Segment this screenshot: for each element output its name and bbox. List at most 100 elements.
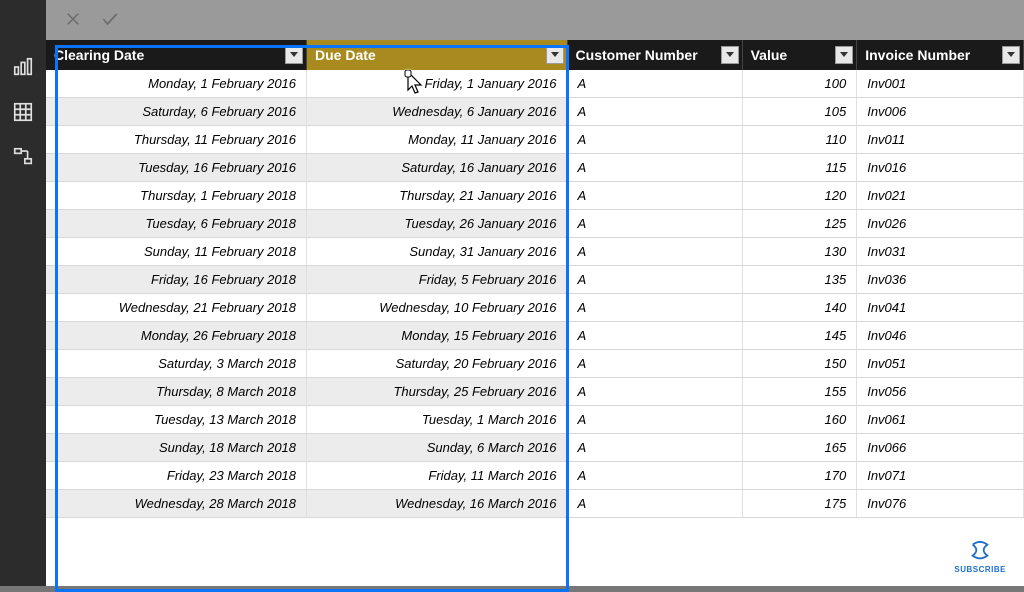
cell-invoice_number[interactable]: Inv001	[857, 70, 1024, 98]
cell-due_date[interactable]: Monday, 15 February 2016	[307, 322, 568, 350]
cell-value[interactable]: 145	[742, 322, 857, 350]
cell-clearing_date[interactable]: Friday, 23 March 2018	[46, 462, 307, 490]
cell-customer_number[interactable]: A	[567, 434, 742, 462]
cell-customer_number[interactable]: A	[567, 378, 742, 406]
cell-clearing_date[interactable]: Wednesday, 21 February 2018	[46, 294, 307, 322]
chevron-down-icon[interactable]	[835, 46, 853, 64]
cell-invoice_number[interactable]: Inv056	[857, 378, 1024, 406]
cell-value[interactable]: 155	[742, 378, 857, 406]
cell-value[interactable]: 125	[742, 210, 857, 238]
column-header-invoice_number[interactable]: Invoice Number	[857, 40, 1024, 70]
chevron-down-icon[interactable]	[546, 46, 564, 64]
cell-invoice_number[interactable]: Inv031	[857, 238, 1024, 266]
cell-invoice_number[interactable]: Inv011	[857, 126, 1024, 154]
cell-invoice_number[interactable]: Inv006	[857, 98, 1024, 126]
chevron-down-icon[interactable]	[721, 46, 739, 64]
cell-clearing_date[interactable]: Thursday, 8 March 2018	[46, 378, 307, 406]
cell-invoice_number[interactable]: Inv026	[857, 210, 1024, 238]
cell-customer_number[interactable]: A	[567, 182, 742, 210]
table-row[interactable]: Wednesday, 28 March 2018Wednesday, 16 Ma…	[46, 490, 1024, 518]
report-view-icon[interactable]	[12, 56, 34, 81]
cell-clearing_date[interactable]: Wednesday, 28 March 2018	[46, 490, 307, 518]
cell-customer_number[interactable]: A	[567, 238, 742, 266]
cell-invoice_number[interactable]: Inv076	[857, 490, 1024, 518]
cell-value[interactable]: 110	[742, 126, 857, 154]
cell-invoice_number[interactable]: Inv016	[857, 154, 1024, 182]
cell-invoice_number[interactable]: Inv066	[857, 434, 1024, 462]
cell-due_date[interactable]: Tuesday, 1 March 2016	[307, 406, 568, 434]
cell-customer_number[interactable]: A	[567, 490, 742, 518]
cell-invoice_number[interactable]: Inv071	[857, 462, 1024, 490]
chevron-down-icon[interactable]	[285, 46, 303, 64]
cell-due_date[interactable]: Sunday, 31 January 2016	[307, 238, 568, 266]
cell-due_date[interactable]: Friday, 1 January 2016	[307, 70, 568, 98]
cell-due_date[interactable]: Monday, 11 January 2016	[307, 126, 568, 154]
cell-clearing_date[interactable]: Monday, 1 February 2016	[46, 70, 307, 98]
model-view-icon[interactable]	[12, 146, 34, 171]
table-row[interactable]: Sunday, 11 February 2018Sunday, 31 Janua…	[46, 238, 1024, 266]
close-icon[interactable]	[64, 10, 82, 31]
cell-customer_number[interactable]: A	[567, 350, 742, 378]
cell-invoice_number[interactable]: Inv046	[857, 322, 1024, 350]
data-view-icon[interactable]	[12, 101, 34, 126]
cell-clearing_date[interactable]: Thursday, 1 February 2018	[46, 182, 307, 210]
cell-due_date[interactable]: Saturday, 20 February 2016	[307, 350, 568, 378]
cell-customer_number[interactable]: A	[567, 294, 742, 322]
cell-clearing_date[interactable]: Tuesday, 13 March 2018	[46, 406, 307, 434]
chevron-down-icon[interactable]	[1002, 46, 1020, 64]
cell-value[interactable]: 150	[742, 350, 857, 378]
cell-due_date[interactable]: Sunday, 6 March 2016	[307, 434, 568, 462]
cell-value[interactable]: 170	[742, 462, 857, 490]
cell-invoice_number[interactable]: Inv061	[857, 406, 1024, 434]
cell-customer_number[interactable]: A	[567, 70, 742, 98]
cell-invoice_number[interactable]: Inv041	[857, 294, 1024, 322]
cell-clearing_date[interactable]: Thursday, 11 February 2016	[46, 126, 307, 154]
cell-value[interactable]: 175	[742, 490, 857, 518]
table-row[interactable]: Thursday, 8 March 2018Thursday, 25 Febru…	[46, 378, 1024, 406]
cell-customer_number[interactable]: A	[567, 154, 742, 182]
cell-due_date[interactable]: Friday, 11 March 2016	[307, 462, 568, 490]
cell-value[interactable]: 105	[742, 98, 857, 126]
cell-value[interactable]: 120	[742, 182, 857, 210]
cell-clearing_date[interactable]: Tuesday, 6 February 2018	[46, 210, 307, 238]
table-row[interactable]: Monday, 26 February 2018Monday, 15 Febru…	[46, 322, 1024, 350]
column-header-clearing_date[interactable]: Clearing Date	[46, 40, 307, 70]
cell-due_date[interactable]: Wednesday, 16 March 2016	[307, 490, 568, 518]
table-row[interactable]: Thursday, 11 February 2016Monday, 11 Jan…	[46, 126, 1024, 154]
cell-due_date[interactable]: Tuesday, 26 January 2016	[307, 210, 568, 238]
column-header-value[interactable]: Value	[742, 40, 857, 70]
cell-clearing_date[interactable]: Friday, 16 February 2018	[46, 266, 307, 294]
cell-invoice_number[interactable]: Inv036	[857, 266, 1024, 294]
table-row[interactable]: Friday, 23 March 2018Friday, 11 March 20…	[46, 462, 1024, 490]
cell-clearing_date[interactable]: Monday, 26 February 2018	[46, 322, 307, 350]
cell-value[interactable]: 165	[742, 434, 857, 462]
table-row[interactable]: Tuesday, 16 February 2016Saturday, 16 Ja…	[46, 154, 1024, 182]
check-icon[interactable]	[100, 9, 120, 32]
cell-clearing_date[interactable]: Saturday, 6 February 2016	[46, 98, 307, 126]
cell-value[interactable]: 140	[742, 294, 857, 322]
cell-customer_number[interactable]: A	[567, 98, 742, 126]
cell-customer_number[interactable]: A	[567, 126, 742, 154]
cell-value[interactable]: 130	[742, 238, 857, 266]
cell-due_date[interactable]: Friday, 5 February 2016	[307, 266, 568, 294]
cell-due_date[interactable]: Thursday, 25 February 2016	[307, 378, 568, 406]
table-row[interactable]: Wednesday, 21 February 2018Wednesday, 10…	[46, 294, 1024, 322]
column-header-customer_number[interactable]: Customer Number	[567, 40, 742, 70]
table-row[interactable]: Saturday, 3 March 2018Saturday, 20 Febru…	[46, 350, 1024, 378]
cell-clearing_date[interactable]: Tuesday, 16 February 2016	[46, 154, 307, 182]
cell-clearing_date[interactable]: Sunday, 18 March 2018	[46, 434, 307, 462]
cell-value[interactable]: 115	[742, 154, 857, 182]
cell-due_date[interactable]: Wednesday, 6 January 2016	[307, 98, 568, 126]
cell-customer_number[interactable]: A	[567, 322, 742, 350]
column-header-due_date[interactable]: Due Date	[307, 40, 568, 70]
cell-value[interactable]: 135	[742, 266, 857, 294]
data-grid[interactable]: Clearing DateDue DateCustomer NumberValu…	[46, 40, 1024, 586]
table-row[interactable]: Tuesday, 6 February 2018Tuesday, 26 Janu…	[46, 210, 1024, 238]
table-row[interactable]: Monday, 1 February 2016Friday, 1 January…	[46, 70, 1024, 98]
table-row[interactable]: Sunday, 18 March 2018Sunday, 6 March 201…	[46, 434, 1024, 462]
cell-customer_number[interactable]: A	[567, 462, 742, 490]
cell-invoice_number[interactable]: Inv021	[857, 182, 1024, 210]
cell-due_date[interactable]: Thursday, 21 January 2016	[307, 182, 568, 210]
table-row[interactable]: Saturday, 6 February 2016Wednesday, 6 Ja…	[46, 98, 1024, 126]
cell-value[interactable]: 100	[742, 70, 857, 98]
